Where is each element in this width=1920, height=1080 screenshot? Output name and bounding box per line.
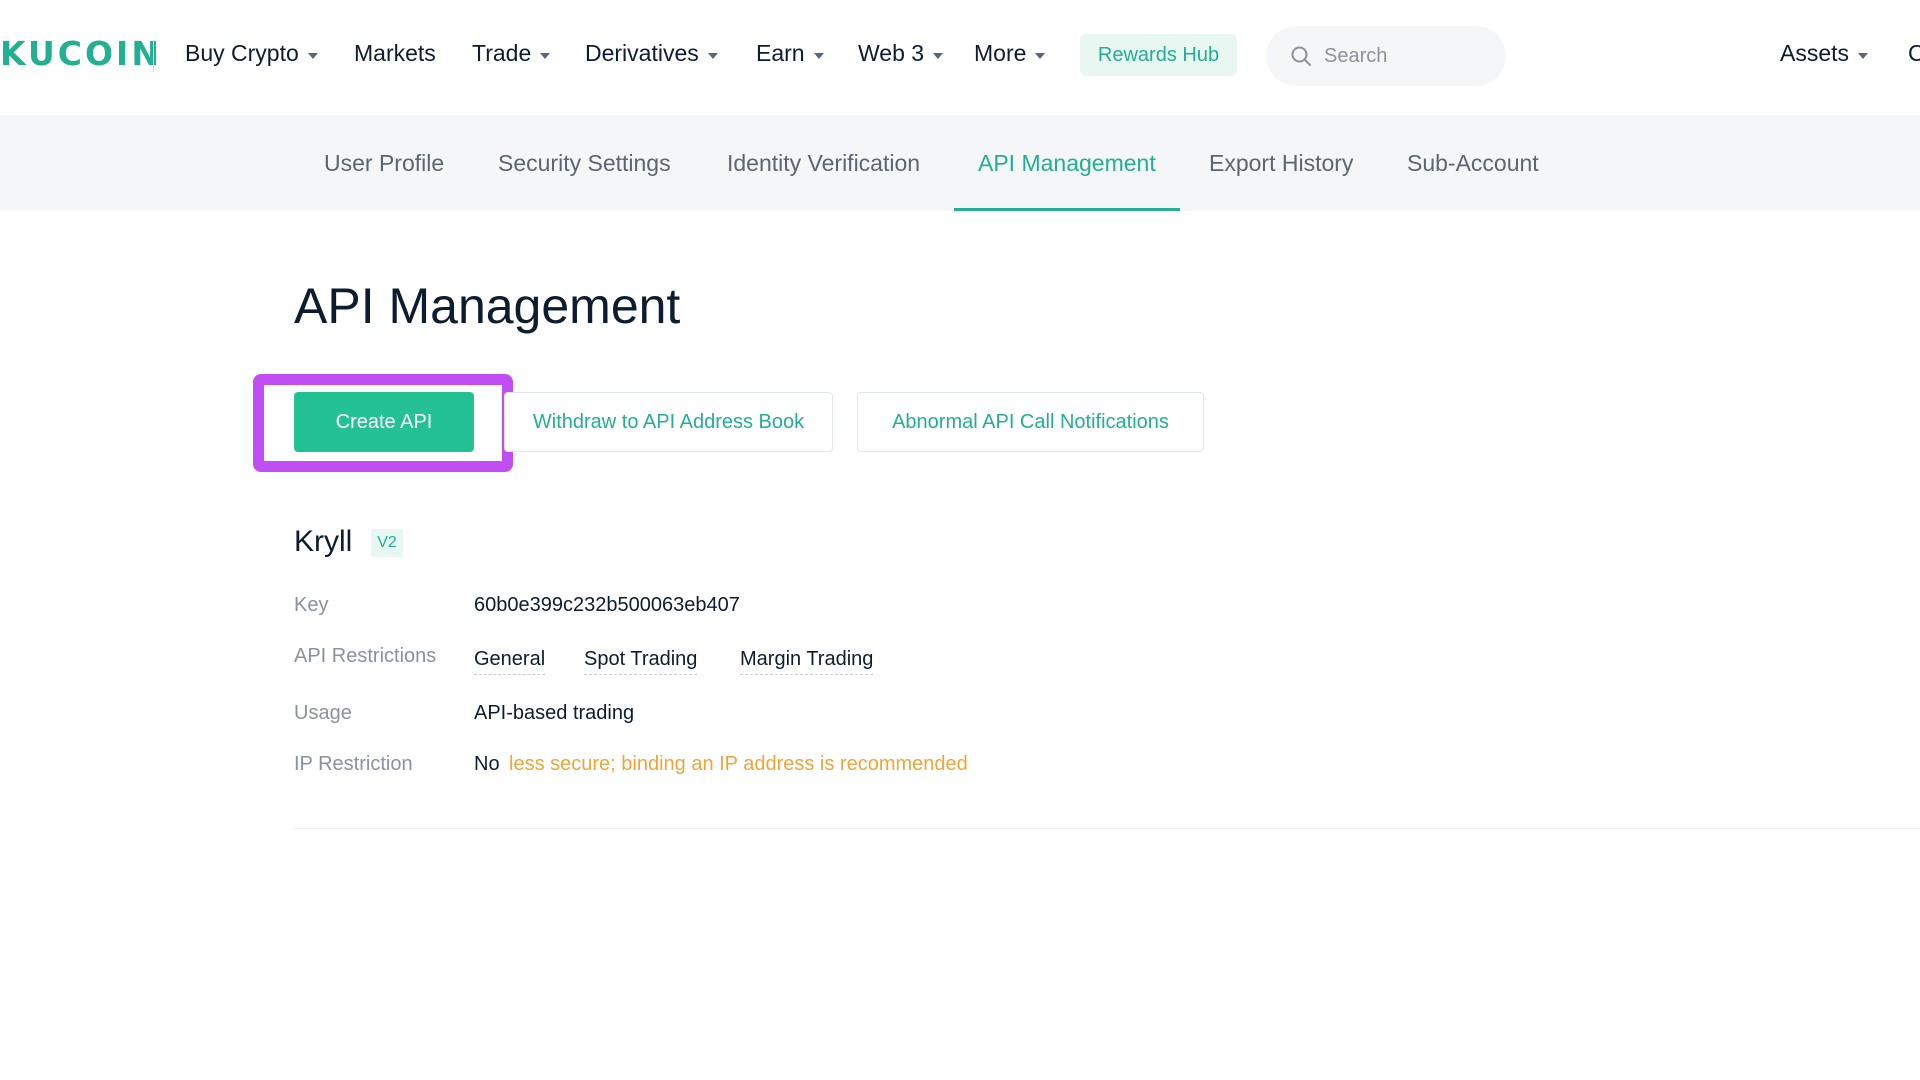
withdraw-address-book-button[interactable]: Withdraw to API Address Book <box>504 392 833 452</box>
page-title: API Management <box>294 278 681 334</box>
chevron-down-icon <box>1858 52 1869 59</box>
search-icon <box>1291 46 1311 66</box>
section-divider <box>294 828 1920 829</box>
nav-label: Buy Crypto <box>185 40 299 66</box>
chevron-down-icon <box>307 52 318 59</box>
restriction-tag-general[interactable]: General <box>474 646 546 675</box>
search-box[interactable] <box>1266 26 1506 86</box>
nav-buy-crypto[interactable]: Buy Crypto <box>185 38 318 68</box>
tab-api-management[interactable]: API Management <box>954 115 1180 211</box>
nav-earn[interactable]: Earn <box>756 38 824 68</box>
key-label: Key <box>294 594 329 616</box>
nav-label: Derivatives <box>585 40 699 66</box>
chevron-down-icon <box>813 52 824 59</box>
logo-divider <box>153 40 154 72</box>
rewards-hub-button[interactable]: Rewards Hub <box>1080 34 1237 76</box>
restriction-tag-spot-trading[interactable]: Spot Trading <box>584 646 698 675</box>
usage-label: Usage <box>294 702 352 724</box>
api-restrictions-label: API Restrictions <box>294 645 437 667</box>
api-name: Kryll <box>294 525 353 558</box>
key-value: 60b0e399c232b500063eb407 <box>474 594 740 616</box>
create-api-button[interactable]: Create API <box>294 392 474 452</box>
kucoin-logo[interactable]: KUCOIN <box>0 34 162 74</box>
chevron-down-icon <box>707 52 718 59</box>
usage-value: API-based trading <box>474 702 635 724</box>
top-navigation: KUCOIN Buy Crypto Markets Trade Derivati… <box>0 0 1920 115</box>
nav-assets[interactable]: Assets <box>1780 38 1869 68</box>
account-sub-navigation: User Profile Security Settings Identity … <box>0 115 1920 211</box>
ip-restriction-label: IP Restriction <box>294 753 413 775</box>
nav-web3[interactable]: Web 3 <box>858 38 944 68</box>
nav-label: More <box>974 40 1027 66</box>
tab-security-settings[interactable]: Security Settings <box>474 115 695 211</box>
chevron-down-icon <box>1035 52 1046 59</box>
version-badge: V2 <box>371 529 403 557</box>
nav-derivatives[interactable]: Derivatives <box>585 38 718 68</box>
nav-more[interactable]: More <box>974 38 1046 68</box>
restriction-tag-margin-trading[interactable]: Margin Trading <box>740 646 874 675</box>
nav-label: Assets <box>1780 40 1850 66</box>
tab-identity-verification[interactable]: Identity Verification <box>703 115 944 211</box>
nav-cutoff-item[interactable]: C <box>1908 38 1920 68</box>
ip-warning-text: less secure; binding an IP address is re… <box>509 753 968 775</box>
chevron-down-icon <box>933 52 944 59</box>
nav-label: Web 3 <box>858 40 925 66</box>
tab-export-history[interactable]: Export History <box>1185 115 1377 211</box>
nav-trade[interactable]: Trade <box>472 38 551 68</box>
search-input[interactable] <box>1322 43 1492 69</box>
ip-restriction-value: No <box>474 753 500 775</box>
nav-label: Markets <box>354 40 436 66</box>
nav-markets[interactable]: Markets <box>354 38 436 68</box>
tab-sub-account[interactable]: Sub-Account <box>1383 115 1563 211</box>
tab-user-profile[interactable]: User Profile <box>300 115 468 211</box>
chevron-down-icon <box>540 52 551 59</box>
nav-label: Earn <box>756 40 805 66</box>
abnormal-notifications-button[interactable]: Abnormal API Call Notifications <box>857 392 1204 452</box>
nav-label: Trade <box>472 40 532 66</box>
